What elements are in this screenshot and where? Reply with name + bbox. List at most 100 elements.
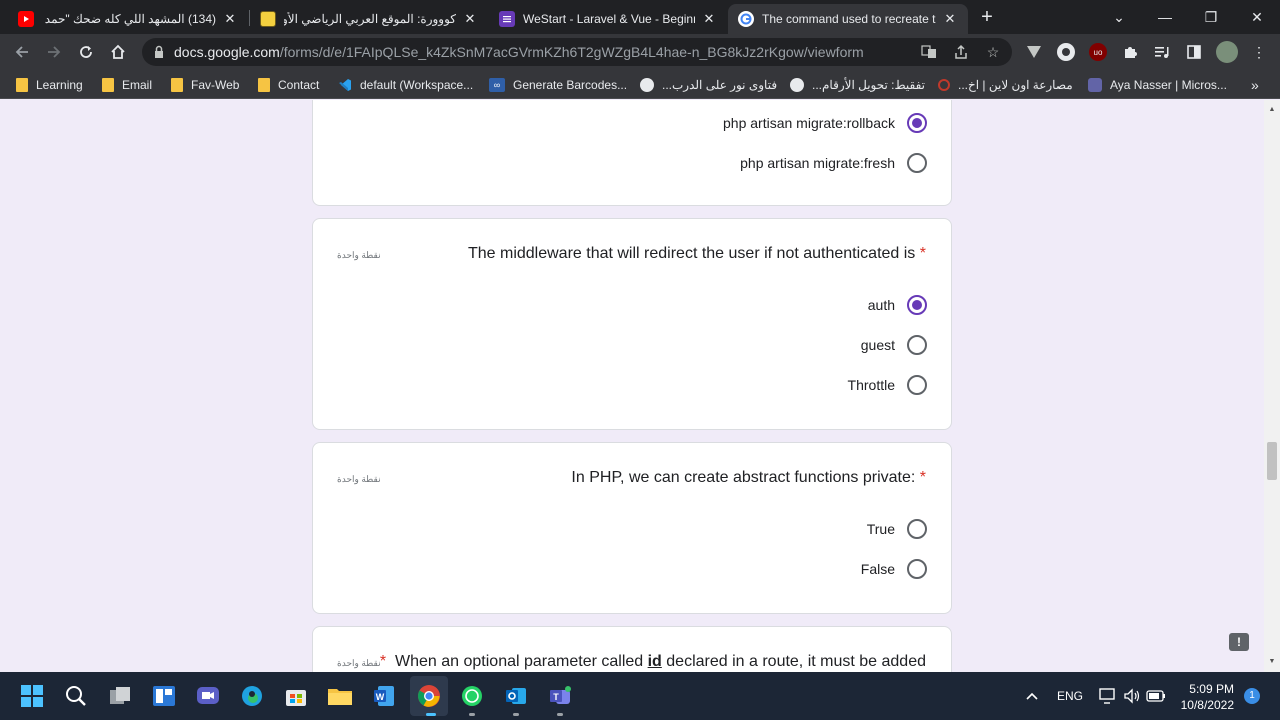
start-icon[interactable]	[18, 682, 46, 710]
radio-button[interactable]	[907, 519, 927, 539]
radio-button[interactable]	[907, 559, 927, 579]
question-text: The middleware that will redirect the us…	[467, 245, 916, 262]
bookmark-label: مصارعة اون لاين | اخ...	[958, 78, 1073, 92]
forward-button[interactable]	[42, 40, 66, 64]
globe-icon	[790, 78, 804, 92]
bookmark-label: Contact	[278, 78, 320, 92]
bookmark-barcodes[interactable]: ∞ Generate Barcodes...	[489, 76, 627, 94]
tab-active[interactable]: The command used to recreate th ✕	[728, 4, 968, 34]
task-view-icon[interactable]	[106, 682, 134, 710]
radio-button[interactable]	[907, 295, 927, 315]
close-window-button[interactable]: ✕	[1234, 0, 1280, 34]
store-icon[interactable]	[282, 682, 310, 710]
tab-kooora[interactable]: كووورة: الموقع العربي الرياضي الأول ✕	[250, 4, 488, 34]
chrome-menu-icon[interactable]: ⋮	[1250, 43, 1268, 61]
teams-chat-icon[interactable]	[194, 682, 222, 710]
question-text-bold: id	[647, 653, 662, 670]
scroll-down-icon[interactable]: ▼	[1268, 658, 1276, 665]
close-tab-icon[interactable]: ✕	[942, 11, 958, 27]
bookmark-label: فتاوى نور على الدرب...	[662, 78, 778, 92]
more-bookmarks-icon[interactable]: »	[1251, 76, 1259, 94]
radio-button[interactable]	[907, 153, 927, 173]
tab-westart[interactable]: WeStart - Laravel & Vue - Beginn ✕	[489, 4, 727, 34]
address-bar[interactable]: docs.google.com/forms/d/e/1FAIpQLSe_k4Zk…	[142, 38, 1012, 66]
bookmark-label: default (Workspace...	[360, 78, 474, 92]
lock-icon[interactable]	[154, 45, 164, 59]
bookmarks-bar: Learning Email Fav-Web Contact default (…	[0, 70, 1280, 99]
side-panel-icon[interactable]	[1185, 43, 1203, 61]
outlook-icon[interactable]	[502, 682, 530, 710]
option-false[interactable]: False	[861, 558, 927, 580]
widgets-icon[interactable]	[150, 682, 178, 710]
scroll-up-icon[interactable]: ▲	[1268, 106, 1276, 113]
question-card: php artisan migrate:rollback php artisan…	[312, 100, 952, 206]
ublock-icon[interactable]: uo	[1089, 43, 1107, 61]
tab-search-icon[interactable]: ⌄	[1096, 0, 1142, 34]
forms-icon	[499, 11, 515, 27]
system-clock[interactable]: 5:09 PM 10/8/2022	[1181, 681, 1234, 713]
teams-icon[interactable]: T	[546, 682, 574, 710]
extensions-puzzle-icon[interactable]	[1121, 43, 1139, 61]
bookmark-workspace[interactable]: default (Workspace...	[338, 76, 473, 94]
question-card-middleware: نقطة واحدة * The middleware that will re…	[312, 218, 952, 430]
radio-button[interactable]	[907, 335, 927, 355]
option-auth[interactable]: auth	[868, 294, 927, 316]
close-tab-icon[interactable]: ✕	[701, 11, 717, 27]
bookmark-fav-web[interactable]: Fav-Web	[171, 76, 239, 94]
running-indicator	[557, 713, 563, 716]
circle-icon	[938, 79, 950, 91]
bookmark-wrestling[interactable]: مصارعة اون لاين | اخ...	[938, 76, 1073, 94]
word-icon[interactable]: W	[370, 682, 398, 710]
home-button[interactable]	[106, 40, 130, 64]
radio-button[interactable]	[907, 113, 927, 133]
close-tab-icon[interactable]: ✕	[222, 11, 238, 27]
bookmark-tafqeet[interactable]: تفقيط: تحويل الأرقام...	[790, 76, 925, 94]
new-tab-button[interactable]: +	[976, 7, 998, 29]
option-true[interactable]: True	[867, 518, 927, 540]
edge-icon[interactable]	[238, 682, 266, 710]
report-feedback-icon[interactable]: !	[1229, 633, 1249, 651]
bookmark-learning[interactable]: Learning	[16, 76, 83, 94]
notification-badge[interactable]: 1	[1244, 688, 1260, 704]
radio-button[interactable]	[907, 375, 927, 395]
globe-icon	[640, 78, 654, 92]
option-migrate-rollback[interactable]: php artisan migrate:rollback	[723, 112, 927, 134]
option-label: False	[860, 561, 895, 577]
bookmark-label: Email	[122, 78, 153, 92]
scrollbar-thumb[interactable]	[1267, 442, 1277, 480]
required-asterisk: *	[919, 469, 926, 486]
share-icon[interactable]	[952, 43, 970, 61]
option-guest[interactable]: guest	[861, 334, 927, 356]
chrome-icon[interactable]	[415, 682, 443, 710]
extension-icon[interactable]	[1057, 43, 1075, 61]
page-scrollbar[interactable]: ▲ ▼	[1264, 100, 1280, 672]
folder-icon	[16, 78, 28, 92]
option-throttle[interactable]: Throttle	[848, 374, 927, 396]
option-migrate-fresh[interactable]: php artisan migrate:fresh	[740, 152, 927, 174]
bookmark-fatawa[interactable]: فتاوى نور على الدرب...	[640, 76, 777, 94]
bookmark-contact[interactable]: Contact	[258, 76, 319, 94]
close-tab-icon[interactable]: ✕	[462, 11, 478, 27]
tab-youtube[interactable]: (134) المشهد اللي كله ضحك "حمد ✕	[8, 4, 248, 34]
reload-button[interactable]	[74, 40, 98, 64]
option-label: php artisan migrate:fresh	[740, 155, 895, 171]
file-explorer-icon[interactable]	[326, 682, 354, 710]
tray-chevron-icon[interactable]	[1018, 682, 1046, 710]
battery-icon[interactable]	[1142, 682, 1170, 710]
tab-title: The command used to recreate th	[762, 12, 936, 26]
restore-button[interactable]: ❐	[1188, 0, 1234, 34]
vue-devtools-icon[interactable]	[1025, 43, 1043, 61]
media-playlist-icon[interactable]	[1153, 43, 1171, 61]
language-indicator[interactable]: ENG	[1057, 689, 1083, 703]
minimize-button[interactable]: —	[1142, 0, 1188, 34]
svg-text:W: W	[376, 692, 385, 702]
bookmark-aya-nasser[interactable]: Aya Nasser | Micros...	[1088, 76, 1227, 94]
bookmark-email[interactable]: Email	[102, 76, 152, 94]
translate-icon[interactable]	[920, 43, 938, 61]
profile-avatar[interactable]	[1216, 41, 1238, 63]
back-button[interactable]	[10, 40, 34, 64]
clock-time: 5:09 PM	[1189, 682, 1234, 696]
search-icon[interactable]	[62, 682, 90, 710]
bookmark-star-icon[interactable]: ☆	[984, 43, 1002, 61]
whatsapp-icon[interactable]	[458, 682, 486, 710]
